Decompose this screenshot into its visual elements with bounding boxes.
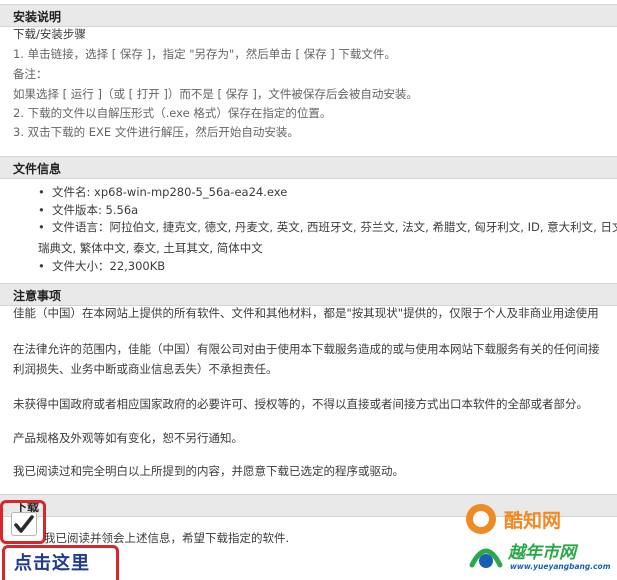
- notes-section-header: 注意事项: [0, 283, 617, 306]
- file-size-list: 文件大小：22,300KB: [38, 258, 165, 276]
- yueyang-logo-icon: [469, 548, 503, 568]
- notes-section-title: 注意事项: [13, 289, 62, 303]
- notes-paragraph-2b: 利润损失、业务中断或商业信息丢失）不承担责任。: [13, 362, 278, 376]
- file-info-list: 文件名: xp68-win-mp280-5_56a-ea24.exe 文件版本:…: [38, 184, 617, 237]
- file-language-item: 文件语言：阿拉伯文, 捷克文, 德文, 丹麦文, 英文, 西班牙文, 芬兰文, …: [38, 219, 617, 237]
- install-section-header: 安装说明: [0, 4, 617, 27]
- kuzhi-logo-inner: [473, 511, 489, 527]
- file-language-text: 文件语言：阿拉伯文, 捷克文, 德文, 丹麦文, 英文, 西班牙文, 芬兰文, …: [52, 220, 617, 234]
- watermark-kuzhi: 酷知网: [452, 500, 617, 538]
- file-version-item: 文件版本: 5.56a: [38, 202, 617, 220]
- checkbox-highlight-box: [0, 500, 46, 544]
- install-section-title: 安装说明: [13, 10, 62, 24]
- kuzhi-brand-text: 酷知网: [504, 510, 562, 532]
- yueyang-url-text: www.yueyangbang.com: [510, 562, 611, 571]
- notes-paragraph-5: 我已阅读过和完全明白以上所提到的内容，并愿意下载已选定的程序或驱动。: [13, 464, 404, 478]
- notes-paragraph-1: 佳能（中国）在本网站上提供的所有软件、文件和其他材料，都是"按其现状"提供的，仅…: [13, 306, 599, 320]
- agree-text: 我已阅读并领会上述信息，希望下载指定的软件.: [44, 531, 290, 545]
- file-name-item: 文件名: xp68-win-mp280-5_56a-ea24.exe: [38, 184, 617, 202]
- watermark-yueyang: 越年市网 www.yueyangbang.com: [466, 535, 617, 577]
- install-line-3: 如果选择 [ 运行 ]（或 [ 打开 ]）而不是 [ 保存 ]，文件被保存后会被…: [13, 87, 418, 101]
- notes-paragraph-2a: 在法律允许的范围内，佳能（中国）有限公司对由于使用本下载服务造成的或与使用本网站…: [13, 342, 600, 356]
- notes-paragraph-4: 产品规格及外观等如有变化，恕不另行通知。: [13, 431, 243, 445]
- install-line-5: 3. 双击下载的 EXE 文件进行解压，然后开始自动安装。: [13, 125, 299, 139]
- notes-paragraph-3: 未获得中国政府或者相应国家政府的必要许可、授权等的，不得以直接或者间接方式出口本…: [13, 397, 588, 411]
- install-line-2: 备注：: [13, 67, 48, 81]
- fileinfo-section-header: 文件信息: [0, 156, 617, 179]
- file-size-item: 文件大小：22,300KB: [38, 258, 165, 276]
- fileinfo-section-title: 文件信息: [13, 162, 62, 176]
- download-link[interactable]: 点击这里: [14, 549, 90, 575]
- yueyang-brand-text: 越年市网: [508, 543, 576, 563]
- install-line-4: 2. 下载的文件以自解压形式（.exe 格式）保存在指定的位置。: [13, 106, 332, 120]
- install-line-1: 1. 单击链接，选择 [ 保存 ]，指定 "另存为"，然后单击 [ 保存 ] 下…: [13, 47, 396, 61]
- install-line-0: 下载/安装步骤: [13, 27, 86, 41]
- file-language-continued: 瑞典文, 繁体中文, 泰文, 土耳其文, 简体中文: [38, 241, 263, 255]
